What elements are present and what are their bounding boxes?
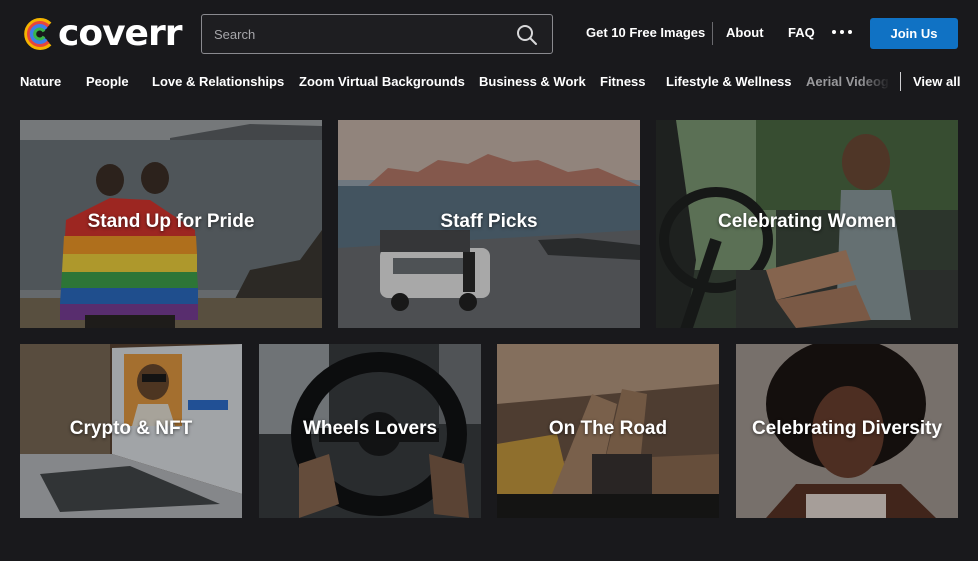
coverr-logo[interactable]: coverr — [20, 13, 182, 54]
collection-card-celebrating-diversity[interactable]: Celebrating Diversity — [736, 344, 958, 518]
site-header: coverr Get 10 Free Images About FAQ Join… — [0, 0, 978, 66]
category-zoom-backgrounds[interactable]: Zoom Virtual Backgrounds — [299, 74, 465, 90]
about-link[interactable]: About — [726, 25, 764, 41]
category-fitness[interactable]: Fitness — [600, 74, 646, 90]
search-input[interactable] — [214, 15, 504, 53]
get-free-images-link[interactable]: Get 10 Free Images — [586, 25, 705, 41]
search-icon[interactable] — [516, 24, 538, 46]
collection-card-crypto-nft[interactable]: Crypto & NFT — [20, 344, 242, 518]
faq-link[interactable]: FAQ — [788, 25, 815, 41]
category-lifestyle-wellness[interactable]: Lifestyle & Wellness — [666, 74, 791, 90]
category-nature[interactable]: Nature — [20, 74, 61, 90]
category-aerial-videography[interactable]: Aerial Videog — [806, 74, 890, 90]
coverr-logo-icon — [24, 18, 52, 50]
logo-wordmark: coverr — [58, 13, 182, 54]
category-love-relationships[interactable]: Love & Relationships — [152, 74, 284, 90]
collection-title: Crypto & NFT — [69, 418, 193, 439]
collection-title: Celebrating Women — [717, 211, 897, 232]
collection-title: Staff Picks — [440, 211, 538, 232]
collection-card-wheels-lovers[interactable]: Wheels Lovers — [259, 344, 481, 518]
category-business-work[interactable]: Business & Work — [479, 74, 586, 90]
category-bar: Nature People Love & Relationships Zoom … — [0, 66, 978, 98]
nav-divider — [712, 22, 713, 45]
more-dots-icon[interactable] — [832, 24, 852, 40]
view-all-link[interactable]: View all — [913, 74, 960, 90]
collection-title: Wheels Lovers — [302, 418, 438, 439]
collection-card-on-the-road[interactable]: On The Road — [497, 344, 719, 518]
category-people[interactable]: People — [86, 74, 129, 90]
collection-card-pride[interactable]: Stand Up for Pride — [20, 120, 322, 328]
category-divider — [900, 72, 901, 91]
collection-title: Celebrating Diversity — [751, 418, 943, 439]
collection-card-celebrating-women[interactable]: Celebrating Women — [656, 120, 958, 328]
collection-title: Stand Up for Pride — [87, 211, 255, 232]
search-box — [201, 14, 553, 54]
join-us-button[interactable]: Join Us — [870, 18, 958, 49]
collection-card-staff-picks[interactable]: Staff Picks — [338, 120, 640, 328]
collection-title: On The Road — [548, 418, 668, 439]
